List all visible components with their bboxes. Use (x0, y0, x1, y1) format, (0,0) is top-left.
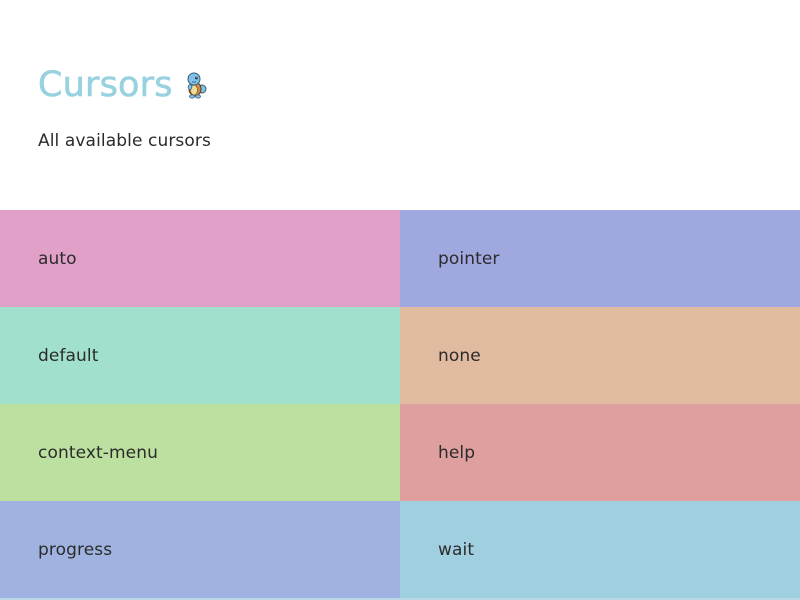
cursor-cell-default[interactable]: default (0, 307, 400, 404)
cursor-label: none (438, 345, 481, 366)
page-header: Cursors (38, 62, 207, 108)
cursor-cell-help[interactable]: help (400, 404, 800, 501)
title-row: Cursors (38, 62, 207, 108)
cursor-cell-wait[interactable]: wait (400, 501, 800, 598)
cursor-label: default (38, 345, 99, 366)
cursor-cell-context-menu[interactable]: context-menu (0, 404, 400, 501)
cursor-cell-auto[interactable]: auto (0, 210, 400, 307)
cursor-label: help (438, 442, 476, 463)
cursor-label: progress (38, 539, 113, 560)
cursor-cell-none[interactable]: none (400, 307, 800, 404)
page-title: Cursors (38, 65, 173, 106)
cursor-label: auto (38, 248, 77, 269)
cursor-label: wait (438, 539, 475, 560)
cursor-cell-progress[interactable]: progress (0, 501, 400, 598)
page-subtitle: All available cursors (38, 131, 211, 151)
cursor-grid: auto pointer default none context-menu help pr… (0, 210, 800, 598)
squirtle-icon (183, 71, 207, 99)
cursor-cell-pointer[interactable]: pointer (400, 210, 800, 307)
cursor-label: pointer (438, 248, 500, 269)
cursor-label: context-menu (38, 442, 158, 463)
